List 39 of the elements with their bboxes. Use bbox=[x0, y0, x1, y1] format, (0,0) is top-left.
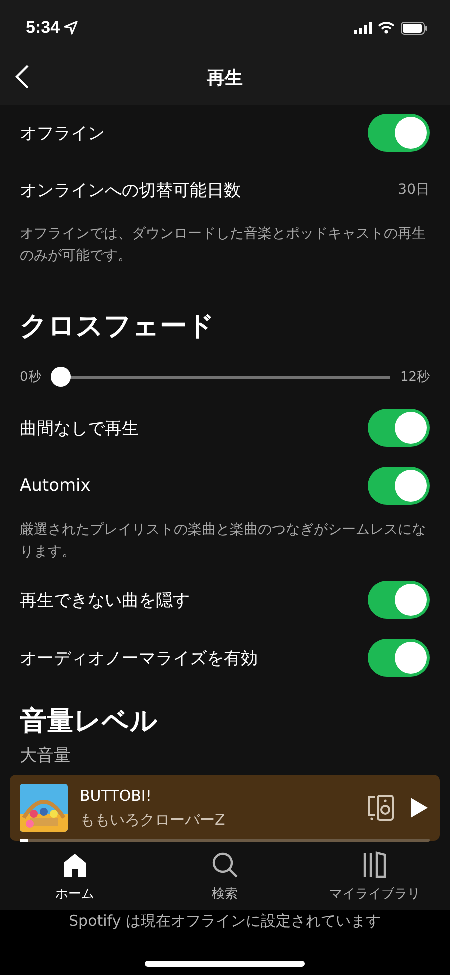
slider-min-label: 0秒 bbox=[20, 369, 42, 386]
setting-label: オーディオノーマライズを有効 bbox=[20, 648, 258, 670]
setting-description: 厳選されたプレイリストの楽曲と楽曲のつなぎがシームレスになります。 bbox=[20, 521, 427, 562]
battery-icon bbox=[401, 22, 428, 34]
toggle-switch[interactable] bbox=[368, 467, 430, 505]
artist-name: ももいろクローバーZ bbox=[80, 810, 226, 830]
wifi-icon bbox=[378, 22, 395, 34]
nav-tab[interactable]: マイライブラリ bbox=[300, 851, 450, 910]
nav-tab[interactable]: ホーム bbox=[0, 851, 150, 910]
page-title: 再生 bbox=[207, 66, 243, 90]
setting-label: Automix bbox=[20, 476, 91, 496]
toggle-switch[interactable] bbox=[368, 639, 430, 677]
setting-label: 曲間なしで再生 bbox=[20, 418, 139, 440]
setting-label: オフライン bbox=[20, 122, 105, 144]
setting-label: オンラインへの切替可能日数 bbox=[20, 180, 241, 202]
signal-icon bbox=[354, 22, 372, 34]
slider-thumb[interactable] bbox=[51, 367, 72, 387]
setting-label: 大音量 bbox=[20, 745, 72, 767]
location-arrow-icon bbox=[64, 21, 78, 35]
toggle-switch[interactable] bbox=[368, 581, 430, 619]
home-icon[interactable] bbox=[61, 851, 89, 879]
back-button[interactable] bbox=[14, 64, 30, 90]
mini-player[interactable]: BUTTOBI! ももいろクローバーZ bbox=[10, 775, 440, 841]
play-button[interactable] bbox=[408, 796, 430, 820]
devices-button[interactable] bbox=[366, 793, 396, 823]
nav-tab[interactable]: 検索 bbox=[150, 851, 300, 910]
section-heading: 音量レベル bbox=[20, 705, 159, 739]
offline-message: Spotify は現在オフラインに設定されています bbox=[69, 912, 381, 931]
setting-label: 再生できない曲を隠す bbox=[20, 590, 190, 612]
setting-description: オフラインでは、ダウンロードした音楽とポッドキャストの再生のみが可能です。 bbox=[20, 225, 427, 266]
toggle-switch[interactable] bbox=[368, 409, 430, 447]
status-time: 5:34 bbox=[26, 18, 60, 38]
library-icon[interactable] bbox=[361, 851, 389, 879]
toggle-switch[interactable] bbox=[368, 114, 430, 152]
track-title: BUTTOBI! bbox=[80, 786, 153, 804]
slider-max-label: 12秒 bbox=[400, 369, 430, 386]
search-icon[interactable] bbox=[211, 851, 239, 879]
setting-value: 30日 bbox=[398, 181, 430, 199]
section-heading: クロスフェード bbox=[20, 310, 216, 344]
